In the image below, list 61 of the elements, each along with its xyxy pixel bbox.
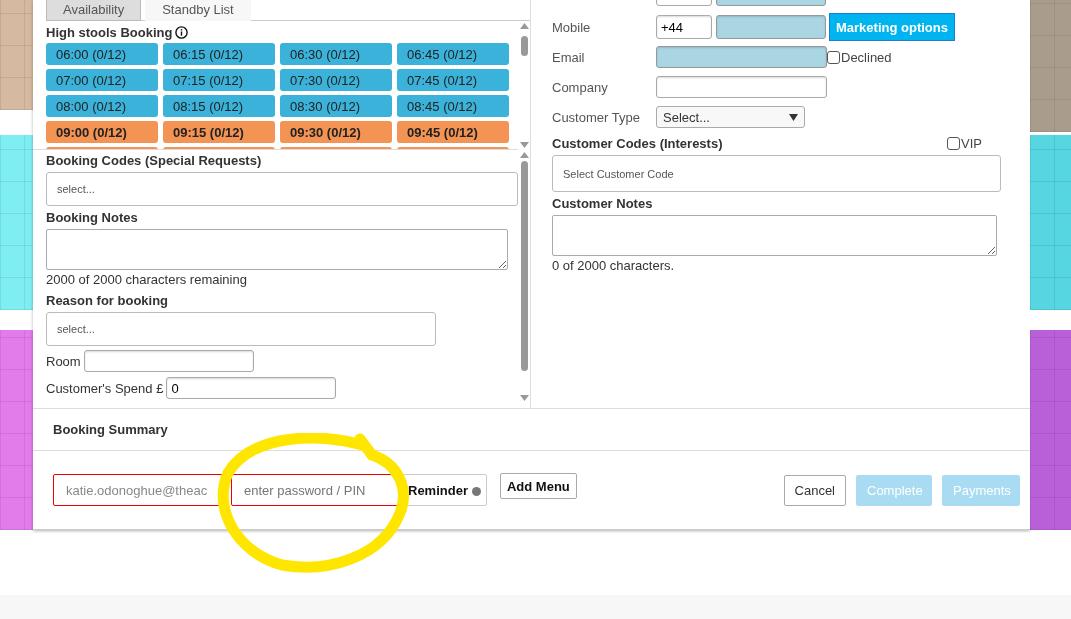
checkbox-label: Declined [841, 49, 892, 65]
mobile-code-field[interactable]: +44 [656, 15, 712, 39]
time-slot[interactable]: 09:45 (0/12) [397, 121, 509, 143]
time-slot[interactable]: 08:30 (0/12) [280, 95, 392, 117]
field-label: Customer Notes [552, 196, 654, 211]
time-slot[interactable]: 09:15 (0/12) [163, 121, 275, 143]
section-title: Booking Summary [53, 422, 168, 437]
time-slot[interactable]: 07:30 (0/12) [280, 69, 392, 91]
field-label: Reason for booking [46, 293, 170, 308]
field-label: Room [46, 353, 81, 369]
time-slot[interactable]: 06:00 (0/12) [46, 43, 158, 65]
dropdown-icon [789, 113, 798, 121]
time-slot[interactable]: 08:00 (0/12) [46, 95, 158, 117]
field-label: Customer's Spend £ [46, 380, 164, 396]
time-slot[interactable]: 09:30 (0/12) [280, 121, 392, 143]
time-slot[interactable]: 07:15 (0/12) [163, 69, 275, 91]
time-slot[interactable]: 06:15 (0/12) [163, 43, 275, 65]
field-label: Booking Notes [46, 210, 139, 225]
reminder-button[interactable]: Reminder [402, 474, 487, 506]
scrollbar-thumb[interactable] [520, 161, 528, 371]
username-field[interactable]: katie.odonoghue@theac [53, 474, 223, 506]
mobile-field[interactable] [716, 15, 826, 39]
time-slot[interactable]: 07:00 (0/12) [46, 69, 158, 91]
time-slot[interactable]: 06:45 (0/12) [397, 43, 509, 65]
section-title: High stools Booking [46, 25, 173, 40]
time-slot[interactable]: 08:45 (0/12) [397, 95, 509, 117]
scroll-up-icon[interactable] [519, 152, 529, 158]
select-field[interactable]: Select Customer Code [552, 155, 1001, 192]
select-field[interactable]: select... [46, 172, 518, 206]
character-count: 0 of 2000 characters. [552, 258, 676, 273]
field-label: Email [552, 49, 586, 65]
notes-field[interactable] [552, 215, 997, 256]
declined-checkbox[interactable] [827, 50, 840, 64]
field-label: Customer Type [552, 109, 641, 125]
field-label: Customer Codes (Interests) [552, 136, 723, 151]
scroll-up-icon[interactable] [519, 23, 529, 29]
cancel-button[interactable]: Cancel [783, 474, 846, 506]
checkbox-label: VIP [961, 136, 982, 151]
spend-field[interactable]: 0 [166, 377, 337, 399]
tab[interactable]: Availability [46, 0, 142, 21]
time-slot[interactable]: 07:45 (0/12) [397, 69, 509, 91]
room-field[interactable] [83, 350, 254, 372]
scrollbar-thumb[interactable] [520, 36, 528, 56]
scroll-down-icon[interactable] [519, 395, 529, 401]
scroll-down-icon[interactable] [519, 142, 529, 148]
tab[interactable]: Standby List [145, 0, 251, 21]
select-field[interactable]: select... [46, 312, 436, 346]
field-label: Company [552, 79, 609, 95]
customer-type-select[interactable]: Select... [656, 106, 805, 128]
time-slot[interactable]: 09:00 (0/12) [46, 121, 158, 143]
info-icon[interactable] [175, 26, 189, 39]
notes-field[interactable] [46, 229, 508, 270]
field-label: Booking Codes (Special Requests) [46, 153, 263, 168]
character-count: 2000 of 2000 characters remaining [46, 272, 248, 287]
email-field[interactable] [656, 46, 827, 68]
add-menu-button[interactable]: Add Menu [499, 473, 577, 499]
time-slot[interactable]: 06:30 (0/12) [280, 43, 392, 65]
field-label: Mobile [552, 19, 592, 35]
time-slot[interactable]: 08:15 (0/12) [163, 95, 275, 117]
vip-checkbox[interactable] [947, 137, 961, 150]
company-field[interactable] [656, 76, 827, 98]
